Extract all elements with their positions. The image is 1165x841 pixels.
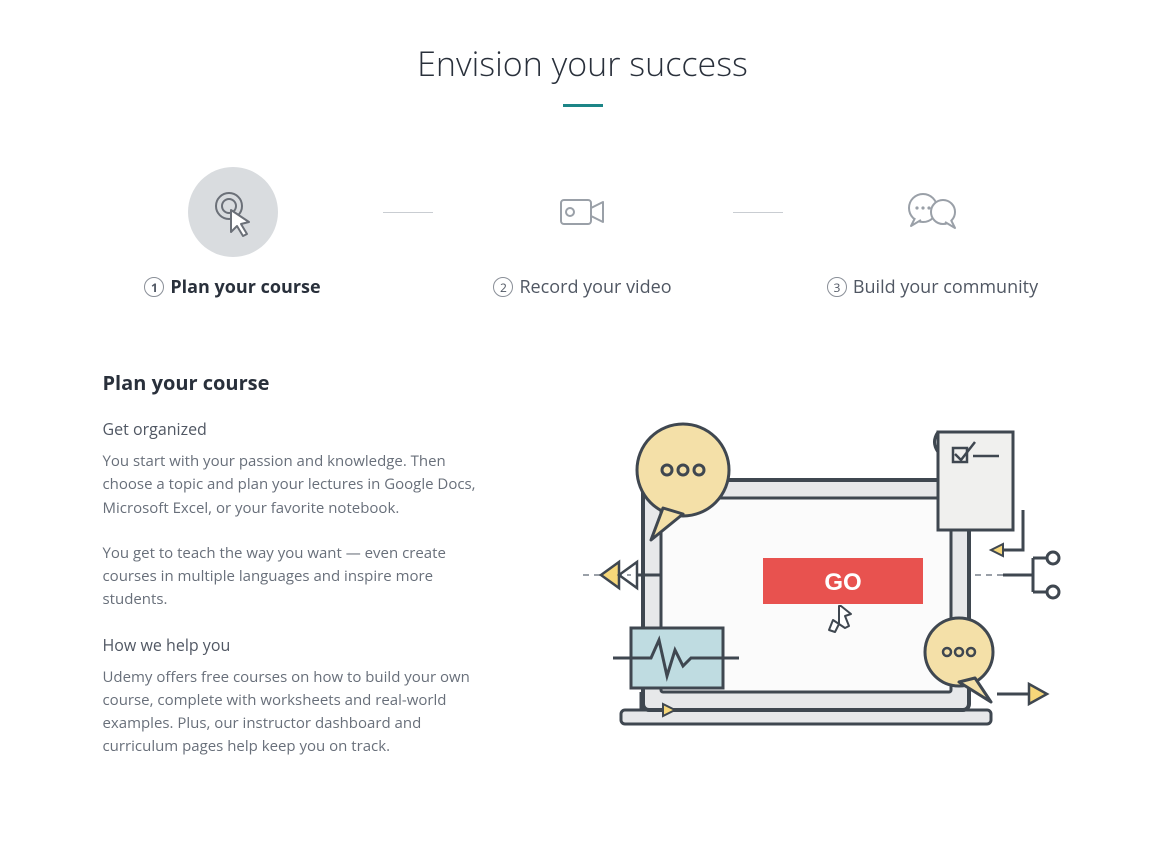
illustration: GO [543,369,1063,781]
step-number: 3 [827,277,847,297]
step-connector [733,212,783,213]
content-row: Plan your course Get organized You start… [103,369,1063,781]
title-underline [563,104,603,107]
step-connector [383,212,433,213]
detail-paragraph: Udemy offers free courses on how to buil… [103,666,493,759]
step-label-text: Plan your course [170,275,320,299]
chat-bubbles-icon [905,190,961,234]
cursor-target-icon [207,186,259,238]
step-number: 2 [493,277,513,297]
step-plan-course[interactable]: 1 Plan your course [103,167,363,299]
detail-subhead-1: Get organized [103,418,493,440]
video-camera-icon [557,192,609,232]
step-label-text: Record your video [519,275,671,299]
page-title: Envision your success [103,40,1063,86]
step-label-text: Build your community [853,275,1038,299]
step-build-community[interactable]: 3 Build your community [803,167,1063,299]
detail-subhead-2: How we help you [103,634,493,656]
go-button-illustration: GO [763,558,923,604]
detail-paragraph: You get to teach the way you want — even… [103,542,493,612]
go-button-text: GO [824,569,861,596]
step-record-video[interactable]: 2 Record your video [453,167,713,299]
detail-heading: Plan your course [103,369,493,396]
step-number: 1 [144,277,164,297]
detail-paragraph: You start with your passion and knowledg… [103,450,493,520]
detail-text: Plan your course Get organized You start… [103,369,493,781]
steps-row: 1 Plan your course 2 Record your video [103,167,1063,299]
